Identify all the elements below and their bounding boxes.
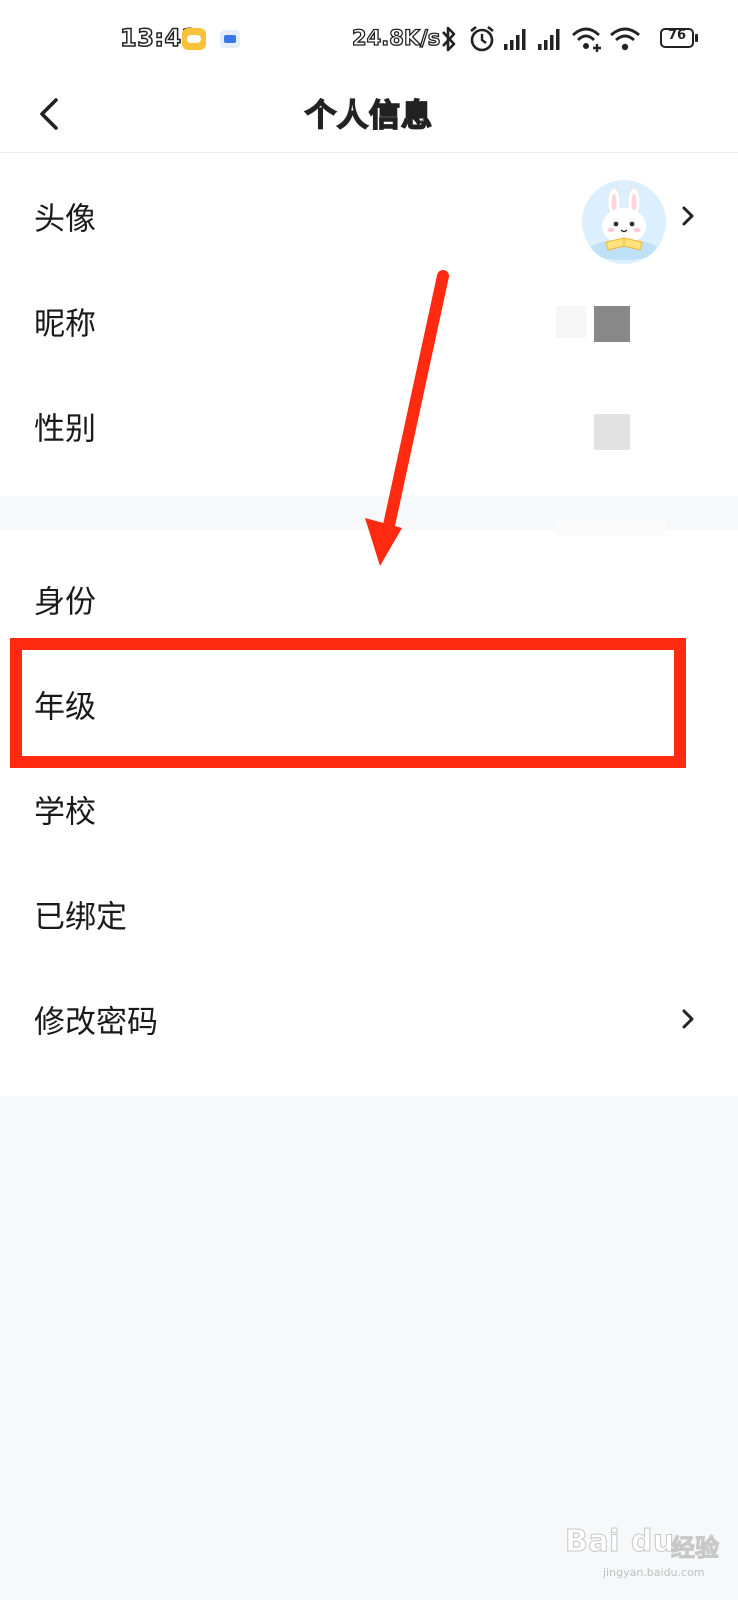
gallery-notification-icon — [220, 30, 240, 48]
battery-level: 76 — [667, 28, 687, 43]
row-label: 性别 — [34, 411, 96, 448]
message-notification-icon — [182, 28, 206, 50]
identity-value-redacted — [556, 520, 666, 536]
row-identity[interactable]: 身份 — [0, 546, 738, 652]
watermark-logo: Bai du — [565, 1524, 675, 1560]
avatar[interactable] — [582, 180, 666, 264]
row-label: 修改密码 — [34, 1004, 158, 1041]
alarm-icon — [470, 25, 494, 52]
watermark-product: 经验 — [671, 1534, 720, 1563]
nav-bar: 个人信息 — [0, 80, 738, 153]
row-label: 身份 — [34, 584, 96, 621]
row-label: 已绑定 — [34, 899, 127, 936]
battery-icon: 76 — [660, 28, 698, 48]
row-bound[interactable]: 已绑定 — [0, 861, 738, 967]
row-school[interactable]: 学校 — [0, 756, 738, 862]
watermark-url: jingyan.baidu.com — [603, 1566, 705, 1579]
row-label: 学校 — [34, 794, 96, 831]
bluetooth-icon — [442, 26, 456, 52]
wifi-icon — [610, 27, 640, 51]
row-label: 昵称 — [34, 306, 96, 343]
nickname-value-redacted — [556, 306, 586, 338]
account-section: 身份 年级 学校 已绑定 修改密码 — [0, 530, 738, 1096]
network-speed: 24.8K/s — [351, 25, 441, 50]
page-title: 个人信息 — [304, 97, 433, 135]
chevron-right-icon — [682, 206, 694, 226]
signal-icon — [538, 29, 560, 50]
chevron-right-icon — [682, 1009, 694, 1029]
watermark: Bai du 经验 jingyan.baidu.com — [565, 1510, 725, 1590]
signal-icon — [504, 29, 526, 50]
nickname-value-redacted — [594, 306, 630, 342]
rabbit-avatar-icon — [582, 180, 666, 264]
gender-value-redacted — [594, 414, 630, 450]
row-change-password[interactable]: 修改密码 — [0, 966, 738, 1072]
status-bar: 13:42 24.8K/s 76 — [0, 0, 738, 80]
annotation-highlight-box — [10, 638, 686, 768]
row-label: 头像 — [34, 201, 96, 238]
wifi-calling-icon — [572, 27, 601, 52]
